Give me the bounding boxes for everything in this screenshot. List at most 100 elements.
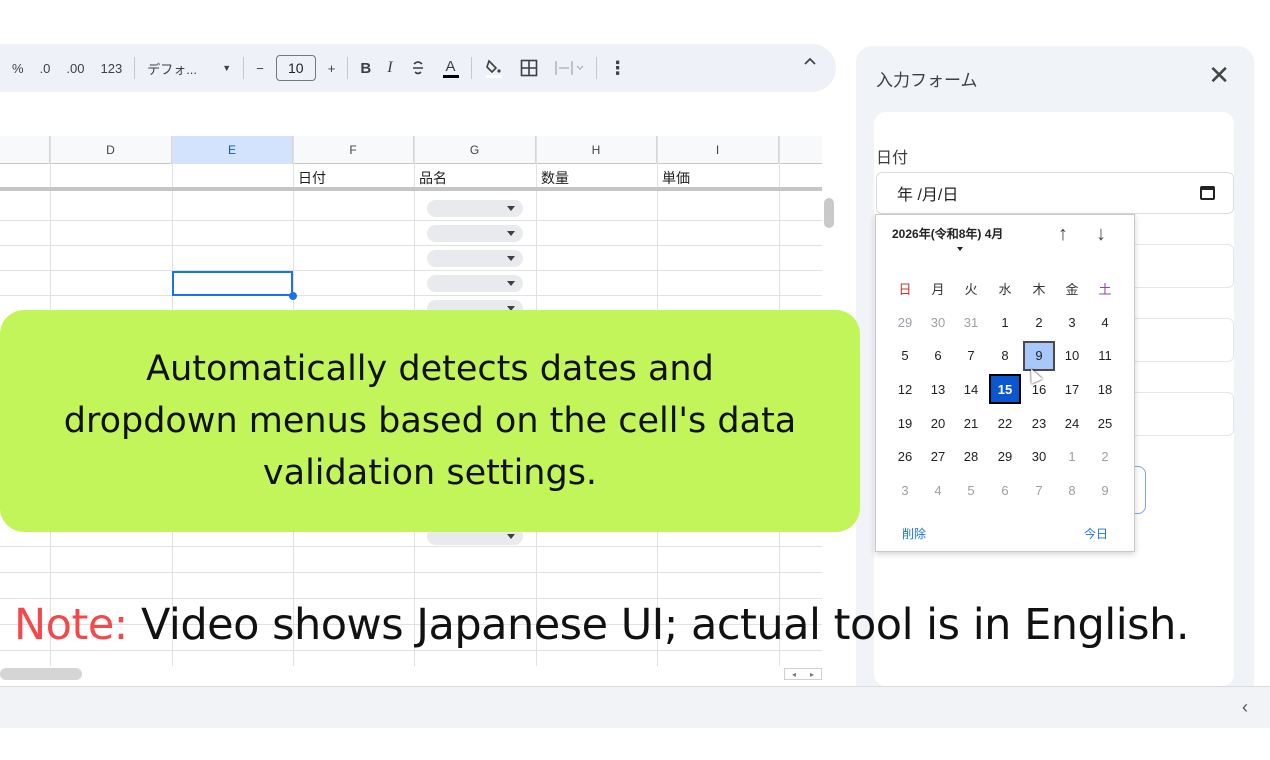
calendar-day[interactable]: 19 bbox=[889, 408, 921, 438]
header-cell-item[interactable]: 品名 bbox=[414, 164, 447, 191]
calendar-day[interactable]: 30 bbox=[922, 307, 954, 337]
calendar-day[interactable]: 1 bbox=[1056, 442, 1088, 472]
selected-cell-e[interactable] bbox=[172, 271, 293, 296]
calendar-day[interactable]: 5 bbox=[955, 476, 987, 506]
calendar-day[interactable]: 13 bbox=[922, 374, 954, 404]
column-header-g[interactable]: G bbox=[414, 136, 536, 164]
close-icon[interactable]: ✕ bbox=[1208, 62, 1230, 88]
previous-month-button[interactable]: ↑ bbox=[1058, 223, 1068, 246]
header-cell-date[interactable]: 日付 bbox=[293, 164, 326, 191]
calendar-day[interactable]: 7 bbox=[955, 341, 987, 371]
calendar-day[interactable]: 8 bbox=[1056, 476, 1088, 506]
weekday-label: 日 bbox=[898, 282, 912, 297]
italic-button[interactable]: I bbox=[379, 53, 400, 83]
calendar-day[interactable]: 10 bbox=[1056, 341, 1088, 371]
calendar-day[interactable]: 30 bbox=[1023, 442, 1055, 472]
calendar-day[interactable]: 9 bbox=[1089, 476, 1121, 506]
calendar-day[interactable]: 18 bbox=[1089, 374, 1121, 404]
vertical-scrollbar[interactable] bbox=[824, 198, 834, 228]
scroll-arrows[interactable]: ◂ ▸ bbox=[784, 668, 822, 680]
month-selector[interactable]: 2026年(令和8年) 4月 bbox=[892, 225, 1003, 242]
calendar-day[interactable]: 5 bbox=[889, 341, 921, 371]
today-button[interactable]: 今日 bbox=[1084, 525, 1108, 542]
calendar-day[interactable]: 22 bbox=[989, 408, 1021, 438]
column-header-j[interactable] bbox=[779, 136, 822, 164]
chevron-left-icon[interactable]: ◂ bbox=[792, 670, 796, 679]
dropdown-chip[interactable] bbox=[427, 250, 523, 267]
column-header-f[interactable]: F bbox=[293, 136, 414, 164]
strikethrough-button[interactable] bbox=[401, 53, 435, 83]
calendar-day[interactable]: 28 bbox=[955, 442, 987, 472]
column-header-i[interactable]: I bbox=[657, 136, 779, 164]
calendar-day[interactable]: 21 bbox=[955, 408, 987, 438]
column-header-e[interactable]: E bbox=[172, 136, 293, 164]
calendar-day[interactable]: 17 bbox=[1056, 374, 1088, 404]
dropdown-chip[interactable] bbox=[427, 275, 523, 292]
font-family-select[interactable]: デフォ... ▼ bbox=[139, 53, 239, 83]
weekday-label: 水 bbox=[998, 282, 1012, 297]
calendar-day[interactable]: 6 bbox=[922, 341, 954, 371]
calendar-day[interactable]: 15 bbox=[989, 374, 1021, 405]
chevron-down-icon: ▼ bbox=[222, 63, 232, 73]
calendar-day[interactable]: 4 bbox=[1089, 307, 1121, 337]
text-color-button[interactable]: A bbox=[435, 53, 467, 83]
merge-cells-button[interactable] bbox=[546, 53, 592, 83]
font-size-input[interactable]: 10 bbox=[275, 55, 316, 81]
calendar-day[interactable]: 26 bbox=[889, 442, 921, 472]
clear-date-button[interactable]: 削除 bbox=[902, 525, 926, 542]
note-label: Note: bbox=[14, 600, 128, 650]
calendar-day[interactable]: 31 bbox=[955, 307, 987, 337]
calendar-day[interactable]: 9 bbox=[1023, 340, 1055, 371]
calendar-day[interactable]: 11 bbox=[1089, 341, 1121, 371]
decrease-font-size-button[interactable]: − bbox=[248, 53, 272, 83]
header-cell-quantity[interactable]: 数量 bbox=[536, 164, 569, 191]
fill-handle[interactable] bbox=[289, 292, 297, 300]
column-header-h[interactable]: H bbox=[536, 136, 657, 164]
grid-line bbox=[0, 546, 822, 547]
calendar-day[interactable]: 23 bbox=[1023, 408, 1055, 438]
percent-format-button[interactable]: % bbox=[4, 53, 32, 83]
paint-bucket-icon bbox=[485, 59, 502, 78]
calendar-day[interactable]: 12 bbox=[889, 374, 921, 404]
increase-decimal-button[interactable]: .00 bbox=[58, 53, 92, 83]
next-month-button[interactable]: ↓ bbox=[1096, 223, 1106, 246]
calendar-day[interactable]: 29 bbox=[989, 442, 1021, 472]
calendar-day[interactable]: 29 bbox=[889, 307, 921, 337]
bold-button[interactable]: B bbox=[352, 53, 379, 83]
calendar-day[interactable]: 2 bbox=[1023, 307, 1055, 337]
date-input[interactable]: 年 /月/日 bbox=[876, 172, 1234, 214]
dropdown-chip[interactable] bbox=[427, 225, 523, 242]
chevron-up-icon bbox=[804, 57, 816, 65]
increase-font-size-button[interactable]: + bbox=[320, 53, 344, 83]
calendar-day[interactable]: 7 bbox=[1023, 476, 1055, 506]
column-header-c[interactable] bbox=[0, 136, 50, 164]
calendar-day[interactable]: 1 bbox=[989, 307, 1021, 337]
caret-down-icon[interactable] bbox=[957, 247, 963, 251]
calendar-day[interactable]: 20 bbox=[922, 408, 954, 438]
chevron-left-icon[interactable]: ‹ bbox=[1242, 697, 1248, 718]
header-cell-unit-price[interactable]: 単価 bbox=[657, 164, 690, 191]
borders-button[interactable] bbox=[512, 53, 546, 83]
calendar-day[interactable]: 24 bbox=[1056, 408, 1088, 438]
calendar-icon[interactable] bbox=[1200, 186, 1215, 200]
calendar-day[interactable]: 8 bbox=[989, 341, 1021, 371]
collapse-toolbar-button[interactable] bbox=[802, 53, 818, 74]
decrease-decimal-button[interactable]: .0 bbox=[32, 53, 59, 83]
calendar-day[interactable]: 2 bbox=[1089, 442, 1121, 472]
toolbar-divider bbox=[470, 57, 472, 79]
chevron-right-icon[interactable]: ▸ bbox=[810, 670, 814, 679]
dropdown-chip[interactable] bbox=[427, 200, 523, 217]
more-options-button[interactable]: ⋮ bbox=[601, 53, 635, 83]
calendar-day[interactable]: 27 bbox=[922, 442, 954, 472]
calendar-day[interactable]: 6 bbox=[989, 476, 1021, 506]
column-header-d[interactable]: D bbox=[50, 136, 172, 164]
number-format-button[interactable]: 123 bbox=[92, 53, 130, 83]
bottom-bar: ‹ bbox=[0, 686, 1270, 728]
calendar-day[interactable]: 3 bbox=[1056, 307, 1088, 337]
calendar-day[interactable]: 14 bbox=[955, 374, 987, 404]
calendar-day[interactable]: 3 bbox=[889, 476, 921, 506]
calendar-day[interactable]: 25 bbox=[1089, 408, 1121, 438]
horizontal-scrollbar[interactable] bbox=[0, 668, 82, 680]
calendar-day[interactable]: 4 bbox=[922, 476, 954, 506]
fill-color-button[interactable] bbox=[476, 53, 512, 83]
